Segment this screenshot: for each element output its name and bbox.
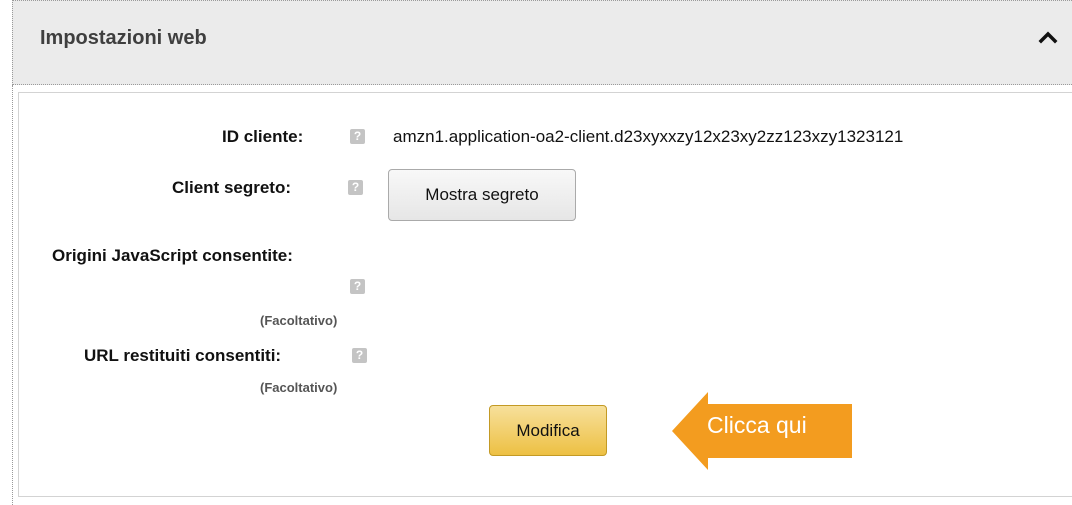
- return-urls-optional: (Facoltativo): [260, 380, 338, 395]
- help-icon[interactable]: ?: [350, 129, 365, 144]
- help-icon[interactable]: ?: [348, 180, 363, 195]
- return-urls-label: URL restituiti consentiti:: [84, 346, 282, 365]
- edit-button[interactable]: Modifica: [489, 405, 607, 456]
- help-icon[interactable]: ?: [350, 279, 365, 294]
- client-secret-label: Client segreto:: [172, 178, 292, 197]
- js-origins-label: Origini JavaScript consentite:: [52, 246, 293, 265]
- help-icon[interactable]: ?: [352, 348, 367, 363]
- panel-title: Impostazioni web: [40, 27, 207, 49]
- panel-header[interactable]: Impostazioni web: [12, 0, 1072, 85]
- callout-text: Clicca qui: [707, 412, 807, 438]
- client-id-label: ID cliente:: [222, 127, 304, 146]
- client-id-value: amzn1.application-oa2-client.d23xyxxzy12…: [393, 127, 904, 146]
- show-secret-button[interactable]: Mostra segreto: [388, 169, 576, 221]
- panel-left-border: [12, 85, 14, 505]
- js-origins-optional: (Facoltativo): [260, 313, 338, 328]
- chevron-up-icon[interactable]: [1036, 25, 1060, 49]
